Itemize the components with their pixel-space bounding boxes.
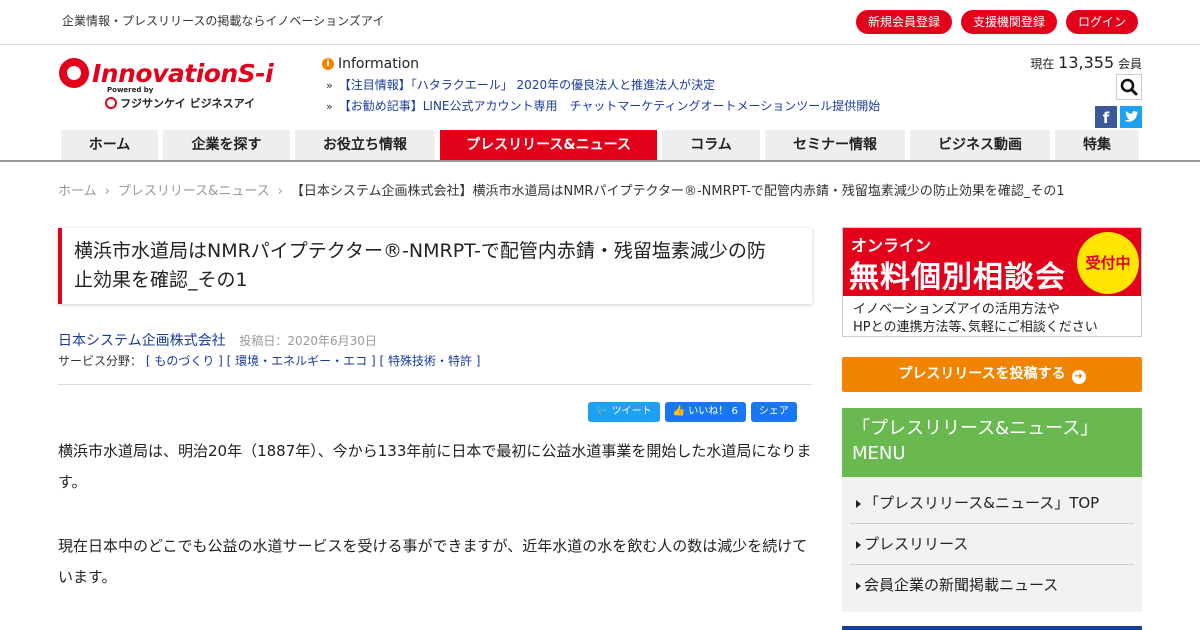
logo-powered-by: Powered by [107, 86, 154, 94]
breadcrumb-section[interactable]: プレスリリース&ニュース [118, 184, 270, 199]
nav-item-useful-info[interactable]: お役立ち情報 [295, 130, 435, 160]
social-links: f [1095, 106, 1142, 128]
sidebar-menu: 「プレスリリース&ニュース」TOP プレスリリース 会員企業の新聞掲載ニュース [842, 477, 1142, 612]
menu-header: 「プレスリリース&ニュース」 MENU [842, 408, 1142, 477]
banner-badge: 受付中 [1077, 232, 1139, 294]
sidebar-next-section [842, 626, 1142, 630]
banner-desc1: イノベーションズアイの活用方法や [853, 302, 1060, 317]
menu-item-press-release[interactable]: プレスリリース [850, 524, 1134, 565]
chevron-right-icon: › [277, 184, 283, 199]
member-count: 現在 13,355 会員 [1030, 53, 1142, 72]
article-meta: 日本システム企画株式会社 投稿日：2020年6月30日 [58, 330, 377, 350]
service-field: サービス分野： [ ものづくり ] [ 環境・エネルギー・エコ ] [ 特殊技術… [58, 352, 481, 369]
info-item[interactable]: » 【お勧め記事】LINE公式アカウント専用 チャットマーケティングオートメーショ… [322, 97, 922, 114]
info-item-text: 【お勧め記事】LINE公式アカウント専用 チャットマーケティングオートメーション… [338, 99, 881, 113]
service-tag[interactable]: [ 環境・エネルギー・エコ ] [227, 354, 376, 368]
service-tag[interactable]: [ ものづくり ] [146, 354, 223, 368]
double-chevron-right-icon: » [326, 79, 333, 92]
triangle-right-icon [856, 582, 861, 590]
information-heading: Information [338, 56, 420, 72]
logo-subtext: フジサンケイ ビジネスアイ [120, 97, 256, 110]
register-member-button[interactable]: 新規会員登録 [855, 10, 952, 34]
article-title-line1: 横浜市水道局はNMRパイプテクター®-NMRPT-で配管内赤錆・残留塩素減少の防 [74, 240, 766, 262]
nav-item-find-company[interactable]: 企業を探す [163, 130, 290, 160]
article-paragraph: 現在日本中のどこでも公益の水道サービスを受ける事ができますが、近年水道の水を飲む… [58, 537, 808, 586]
banner-desc2: HPとの連携方法等､気軽にご相談ください [853, 320, 1098, 335]
register-support-org-button[interactable]: 支援機関登録 [960, 10, 1057, 34]
info-item-text: 【注目情報】「ハタラクエール」 2020年の優良法人と推進法人が決定 [338, 78, 716, 92]
breadcrumb: ホーム › プレスリリース&ニュース › 【日本システム企画株式会社】横浜市水道局はNM… [58, 180, 1065, 199]
like-button[interactable]: 👍 いいね！ 6 [664, 402, 746, 422]
fujisankei-mark-icon [105, 97, 117, 109]
logo-mark-icon [59, 58, 89, 88]
nav-item-business-video[interactable]: ビジネス動画 [910, 130, 1050, 160]
search-icon [1120, 78, 1138, 96]
breadcrumb-current: 【日本システム企画株式会社】横浜市水道局はNMRパイプテクター®-NMRPT-で… [290, 184, 1065, 199]
divider [58, 384, 812, 385]
triangle-right-icon [856, 541, 861, 549]
info-icon: i [322, 58, 334, 70]
menu-title: 「プレスリリース&ニュース」 [852, 418, 1099, 439]
logo-text: InnovationS-i [92, 58, 274, 88]
share-button[interactable]: シェア [750, 402, 797, 422]
banner-line2: 無料個別相談会 [849, 260, 1066, 295]
nav-item-column[interactable]: コラム [662, 130, 760, 160]
article-title-line2: 止効果を確認_その1 [74, 269, 248, 291]
menu-item-top[interactable]: 「プレスリリース&ニュース」TOP [850, 483, 1134, 524]
arrow-right-circle-icon: ➜ [1071, 370, 1086, 384]
article-title: 横浜市水道局はNMRパイプテクター®-NMRPT-で配管内赤錆・残留塩素減少の防… [58, 228, 812, 304]
triangle-right-icon [856, 500, 861, 508]
tweet-button[interactable]: 🐦 ツイート [588, 402, 660, 422]
top-bar: 企業情報・プレスリリースの掲載ならイノベーションズアイ 新規会員登録 支援機関登… [0, 0, 1200, 45]
double-chevron-right-icon: » [326, 100, 333, 113]
post-date: 投稿日：2020年6月30日 [239, 334, 377, 348]
nav-item-feature[interactable]: 特集 [1055, 130, 1139, 160]
site-logo[interactable]: InnovationS-i Powered by フジサンケイ ビジネスアイ [59, 56, 279, 112]
chevron-right-icon: › [104, 184, 110, 199]
article-paragraph: 横浜市水道局は、明治20年（1887年）、今から133年前に日本で最初に公益水道… [58, 442, 812, 491]
menu-item-newspaper-news[interactable]: 会員企業の新聞掲載ニュース [850, 565, 1134, 606]
main-nav: ホーム 企業を探す お役立ち情報 プレスリリース&ニュース コラム セミナー情報… [0, 130, 1200, 162]
article-body: 横浜市水道局は、明治20年（1887年）、今から133年前に日本で最初に公益水道… [58, 436, 818, 626]
share-buttons: 🐦 ツイート 👍 いいね！ 6 シェア [588, 402, 797, 422]
top-buttons: 新規会員登録 支援機関登録 ログイン [855, 10, 1138, 34]
company-link[interactable]: 日本システム企画株式会社 [58, 333, 226, 349]
menu-subtitle: MENU [852, 443, 906, 464]
service-label: サービス分野： [58, 354, 143, 368]
site-tagline: 企業情報・プレスリリースの掲載ならイノベーションズアイ [62, 14, 385, 28]
member-count-prefix: 現在 [1030, 57, 1055, 71]
post-press-release-label: プレスリリースを投稿する [898, 366, 1066, 382]
nav-item-press-release[interactable]: プレスリリース&ニュース [440, 130, 657, 160]
member-count-number: 13,355 [1058, 53, 1115, 72]
information-panel: i Information » 【注目情報】「ハタラクエール」 2020年の優良法… [322, 56, 922, 114]
breadcrumb-home[interactable]: ホーム [58, 184, 97, 199]
member-count-suffix: 会員 [1117, 57, 1142, 71]
thumbs-up-icon: 👍 [672, 406, 686, 417]
twitter-icon[interactable] [1120, 106, 1142, 128]
service-tag[interactable]: [ 特殊技術・特許 ] [380, 354, 481, 368]
nav-item-home[interactable]: ホーム [61, 130, 158, 160]
twitter-bird-icon: 🐦 [596, 406, 609, 417]
facebook-icon[interactable]: f [1095, 106, 1117, 128]
nav-item-seminar[interactable]: セミナー情報 [765, 130, 905, 160]
login-button[interactable]: ログイン [1065, 10, 1138, 34]
online-consultation-banner[interactable]: オンライン 無料個別相談会 受付中 イノベーションズアイの活用方法や HPとの連… [842, 227, 1142, 337]
info-item[interactable]: » 【注目情報】「ハタラクエール」 2020年の優良法人と推進法人が決定 [322, 76, 922, 93]
search-button[interactable] [1116, 74, 1142, 100]
post-press-release-button[interactable]: プレスリリースを投稿する ➜ [842, 357, 1142, 392]
